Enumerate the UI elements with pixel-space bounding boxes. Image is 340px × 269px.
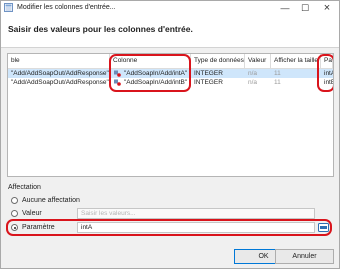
cell-value: n/a bbox=[248, 79, 258, 86]
value-input[interactable]: Saisir les valeurs... bbox=[77, 208, 315, 219]
column-header-value[interactable]: Valeur bbox=[245, 54, 271, 69]
radio-param-button[interactable] bbox=[11, 224, 18, 231]
column-type-icon bbox=[114, 79, 121, 86]
dialog-header: Saisir des valeurs pour les colonnes d'e… bbox=[1, 15, 339, 48]
cell-type: INTEGER bbox=[194, 79, 223, 86]
affectation-label: Affectation bbox=[8, 184, 41, 191]
column-header-param[interactable]: Parame bbox=[321, 54, 333, 69]
cell-param: intB bbox=[324, 79, 333, 86]
column-header-type[interactable]: Type de données bbox=[191, 54, 245, 69]
cancel-button[interactable]: Annuler bbox=[275, 249, 334, 264]
dialog-window: Modifier les colonnes d'entrée... — ☐ × … bbox=[0, 0, 340, 269]
param-input[interactable]: intA bbox=[77, 222, 315, 233]
radio-none-button[interactable] bbox=[11, 197, 18, 204]
radio-param-label: Paramètre bbox=[22, 224, 55, 231]
title-bar[interactable]: Modifier les colonnes d'entrée... — ☐ × bbox=[1, 1, 339, 15]
cell-size: 11 bbox=[274, 70, 281, 77]
table-row[interactable]: "Add/AddSoapOut/AddResponse" "AddSoapIn/… bbox=[8, 69, 333, 78]
window-title: Modifier les colonnes d'entrée... bbox=[17, 4, 116, 11]
cell-table: "Add/AddSoapOut/AddResponse" bbox=[11, 79, 109, 86]
cell-table: "Add/AddSoapOut/AddResponse" bbox=[11, 70, 109, 77]
cell-type: INTEGER bbox=[194, 70, 223, 77]
column-header-size[interactable]: Afficher la taille bbox=[271, 54, 321, 69]
cell-size: 11 bbox=[274, 79, 281, 86]
radio-value-label: Valeur bbox=[22, 210, 42, 217]
columns-table: ble Colonne Type de données Valeur Affic… bbox=[7, 53, 334, 177]
column-type-icon bbox=[114, 70, 121, 77]
cell-column: "AddSoapIn/Add/intB" bbox=[124, 79, 188, 86]
cell-value: n/a bbox=[248, 70, 258, 77]
column-header-table[interactable]: ble bbox=[8, 54, 110, 69]
app-icon bbox=[4, 3, 13, 12]
table-row[interactable]: "Add/AddSoapOut/AddResponse" "AddSoapIn/… bbox=[8, 78, 333, 87]
page-title: Saisir des valeurs pour les colonnes d'e… bbox=[8, 24, 193, 34]
minimize-button[interactable]: — bbox=[277, 1, 293, 15]
cell-column: "AddSoapIn/Add/intA" bbox=[124, 70, 188, 77]
radio-none-label: Aucune affectation bbox=[22, 197, 80, 204]
close-button[interactable]: × bbox=[319, 1, 335, 15]
radio-value-button[interactable] bbox=[11, 210, 18, 217]
browse-icon[interactable] bbox=[318, 223, 329, 232]
column-header-column[interactable]: Colonne bbox=[110, 54, 191, 69]
maximize-button[interactable]: ☐ bbox=[297, 1, 313, 15]
cell-param: intA bbox=[324, 70, 333, 77]
